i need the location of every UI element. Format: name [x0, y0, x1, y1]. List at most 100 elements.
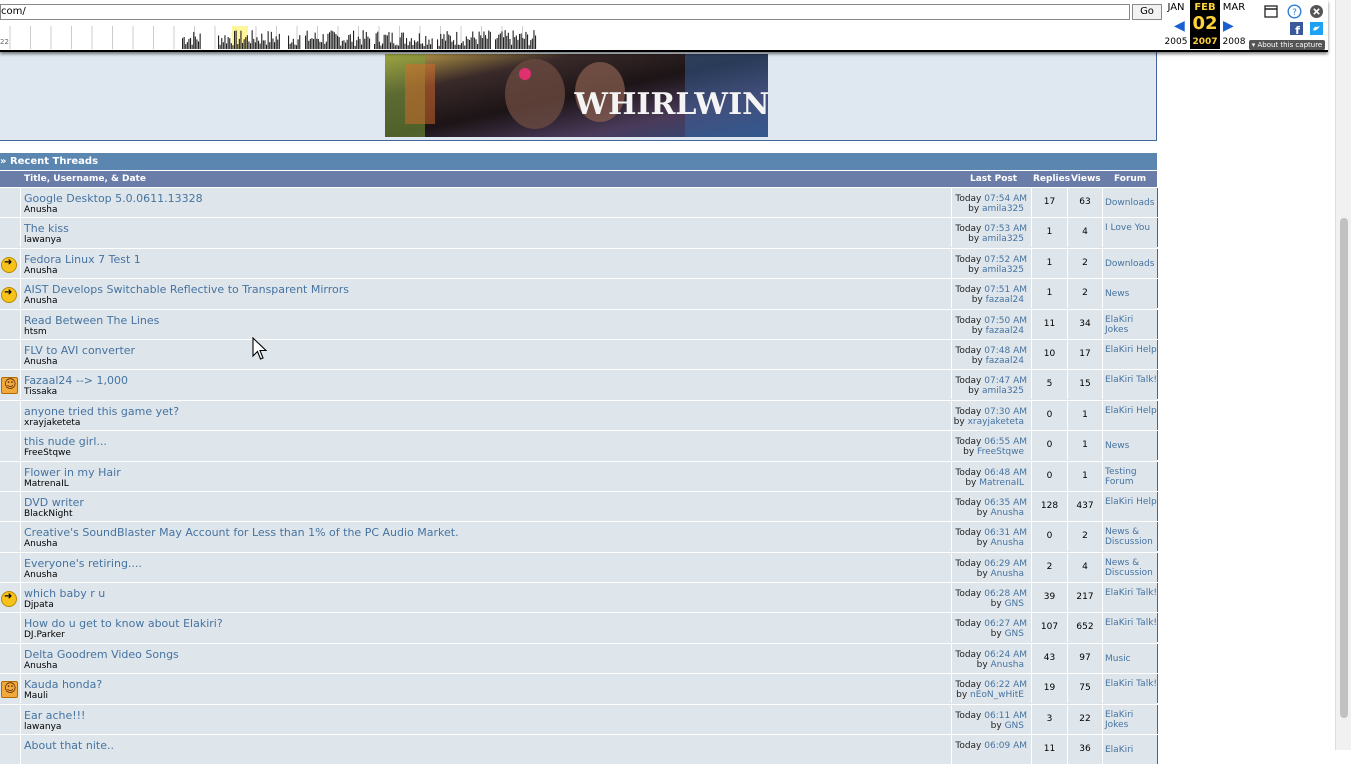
forum-link[interactable]: News	[1105, 441, 1157, 451]
calendar-icon[interactable]	[1264, 5, 1278, 18]
forum-link[interactable]: ElaKiri Jokes	[1105, 710, 1157, 730]
sparkline-capture-bar	[193, 31, 195, 49]
last-poster-link[interactable]: Anusha	[991, 538, 1024, 548]
thread-starter[interactable]: htsm	[24, 327, 47, 337]
sparkline-capture-bar	[393, 43, 395, 49]
forum-link[interactable]: News	[1105, 289, 1157, 299]
forum-link[interactable]: ElaKiri Help	[1105, 406, 1157, 416]
last-poster-link[interactable]: GNS	[1005, 721, 1024, 731]
thread-starter[interactable]: Anusha	[24, 266, 57, 276]
thread-title-link[interactable]: Fedora Linux 7 Test 1	[24, 253, 141, 266]
col-title[interactable]: Title, Username, & Date	[24, 171, 146, 187]
thread-title-link[interactable]: How do u get to know about Elakiri?	[24, 617, 223, 630]
thread-starter[interactable]: Anusha	[24, 539, 57, 549]
forum-link[interactable]: News & Discussion	[1105, 558, 1157, 578]
forum-link[interactable]: ElaKiri Jokes	[1105, 315, 1157, 335]
next-month-label[interactable]: MAR	[1219, 2, 1249, 13]
forum-link[interactable]: Testing Forum	[1105, 467, 1157, 487]
thread-title-link[interactable]: Ear ache!!!	[24, 709, 85, 722]
thread-starter[interactable]: Anusha	[24, 357, 57, 367]
close-icon[interactable]	[1309, 4, 1324, 19]
col-views[interactable]: Views	[1071, 171, 1101, 187]
scrollbar-thumb[interactable]	[1340, 218, 1348, 718]
thread-title-link[interactable]: Fazaal24 --> 1,000	[24, 374, 128, 387]
forum-link[interactable]: ElaKiri	[1105, 745, 1157, 755]
thread-starter[interactable]: Anusha	[24, 296, 57, 306]
last-poster-link[interactable]: nEoN_wHitE	[970, 690, 1024, 700]
forum-link[interactable]: ElaKiri Talk!	[1105, 618, 1157, 628]
next-capture-arrow-icon[interactable]: ▶	[1223, 18, 1234, 34]
col-replies[interactable]: Replies	[1033, 171, 1070, 187]
last-poster-link[interactable]: MatrenaIL	[979, 478, 1024, 488]
thread-starter[interactable]: Mauli	[24, 691, 48, 701]
thread-starter[interactable]: MatrenaIL	[24, 479, 69, 489]
thread-title-link[interactable]: Flower in my Hair	[24, 466, 121, 479]
forum-link[interactable]: ElaKiri Talk!	[1105, 375, 1157, 385]
last-poster-link[interactable]: Anusha	[991, 660, 1024, 670]
last-poster-link[interactable]: amila325	[982, 204, 1024, 214]
col-forum[interactable]: Forum	[1114, 171, 1146, 187]
last-poster-link[interactable]: xrayjaketeta	[968, 417, 1024, 427]
thread-starter[interactable]: FreeStqwe	[24, 448, 71, 458]
whirlwind-banner-image[interactable]: WHIRLWIND	[385, 54, 768, 137]
thread-title-link[interactable]: AIST Develops Switchable Reflective to T…	[24, 283, 349, 296]
thread-starter[interactable]: xrayjaketeta	[24, 418, 80, 428]
last-poster-link[interactable]: GNS	[1005, 629, 1024, 639]
forum-link[interactable]: News & Discussion	[1105, 527, 1157, 547]
last-poster-link[interactable]: GNS	[1005, 599, 1024, 609]
twitter-icon[interactable]	[1310, 22, 1323, 35]
forum-link[interactable]: I Love You	[1105, 223, 1157, 233]
recent-threads-heading[interactable]: » Recent Threads	[0, 153, 1157, 170]
forum-link[interactable]: ElaKiri Help	[1105, 345, 1157, 355]
thread-title-link[interactable]: Delta Goodrem Video Songs	[24, 648, 179, 661]
forum-link[interactable]: ElaKiri Talk!	[1105, 588, 1157, 598]
forum-link[interactable]: ElaKiri Talk!	[1105, 679, 1157, 689]
last-poster-link[interactable]: amila325	[982, 234, 1024, 244]
thread-starter[interactable]: Djpata	[24, 600, 54, 610]
thread-title-link[interactable]: The kiss	[24, 222, 69, 235]
col-last-post[interactable]: Last Post	[970, 171, 1017, 187]
thread-starter[interactable]: Tissaka	[24, 387, 57, 397]
thread-title-link[interactable]: Google Desktop 5.0.0611.13328	[24, 192, 203, 205]
help-icon[interactable]: ?	[1287, 4, 1302, 19]
prev-capture-arrow-icon[interactable]: ◀	[1174, 18, 1185, 34]
thread-title-link[interactable]: FLV to AVI converter	[24, 344, 135, 357]
thread-title-link[interactable]: Kauda honda?	[24, 678, 102, 691]
forum-link[interactable]: ElaKiri Help	[1105, 497, 1157, 507]
thread-starter[interactable]: Anusha	[24, 661, 57, 671]
forum-link[interactable]: Downloads	[1105, 259, 1157, 269]
last-poster-link[interactable]: amila325	[982, 265, 1024, 275]
thread-starter[interactable]: lawanya	[24, 235, 61, 245]
thread-starter[interactable]: Anusha	[24, 205, 57, 215]
capture-sparkline[interactable]	[0, 22, 540, 49]
prev-month-label[interactable]: JAN	[1161, 2, 1191, 13]
last-poster-link[interactable]: fazaal24	[986, 356, 1024, 366]
thread-title-link[interactable]: this nude girl...	[24, 435, 107, 448]
last-poster-link[interactable]: amila325	[982, 386, 1024, 396]
last-poster-link[interactable]: fazaal24	[986, 295, 1024, 305]
wayback-url-input[interactable]	[0, 4, 1130, 20]
thread-starter[interactable]: DJ.Parker	[24, 630, 65, 640]
thread-starter[interactable]: BlackNight	[24, 509, 73, 519]
thread-title-link[interactable]: Creative's SoundBlaster May Account for …	[24, 526, 459, 539]
thread-title-link[interactable]: Read Between The Lines	[24, 314, 159, 327]
prev-year-label[interactable]: 2005	[1161, 37, 1191, 47]
facebook-icon[interactable]: f	[1290, 22, 1303, 35]
thread-title-link[interactable]: About that nite..	[24, 739, 114, 752]
thread-starter[interactable]: lawanya	[24, 722, 61, 732]
about-capture-button[interactable]: ▾ About this capture	[1249, 40, 1325, 50]
next-year-label[interactable]: 2008	[1219, 37, 1249, 47]
forum-link[interactable]: Downloads	[1105, 198, 1157, 208]
thread-title-link[interactable]: Everyone's retiring....	[24, 557, 142, 570]
forum-link[interactable]: Music	[1105, 654, 1157, 664]
thread-title-link[interactable]: which baby r u	[24, 587, 105, 600]
last-poster-link[interactable]: fazaal24	[986, 326, 1024, 336]
thread-starter[interactable]: Anusha	[24, 570, 57, 580]
last-poster-link[interactable]: Anusha	[991, 569, 1024, 579]
last-poster-link[interactable]: FreeStqwe	[977, 447, 1024, 457]
thread-title-link[interactable]: anyone tried this game yet?	[24, 405, 179, 418]
wayback-go-button[interactable]: Go	[1132, 4, 1162, 20]
thread-title-link[interactable]: DVD writer	[24, 496, 84, 509]
last-poster-link[interactable]: Anusha	[991, 508, 1024, 518]
page-scrollbar[interactable]	[1335, 0, 1351, 750]
